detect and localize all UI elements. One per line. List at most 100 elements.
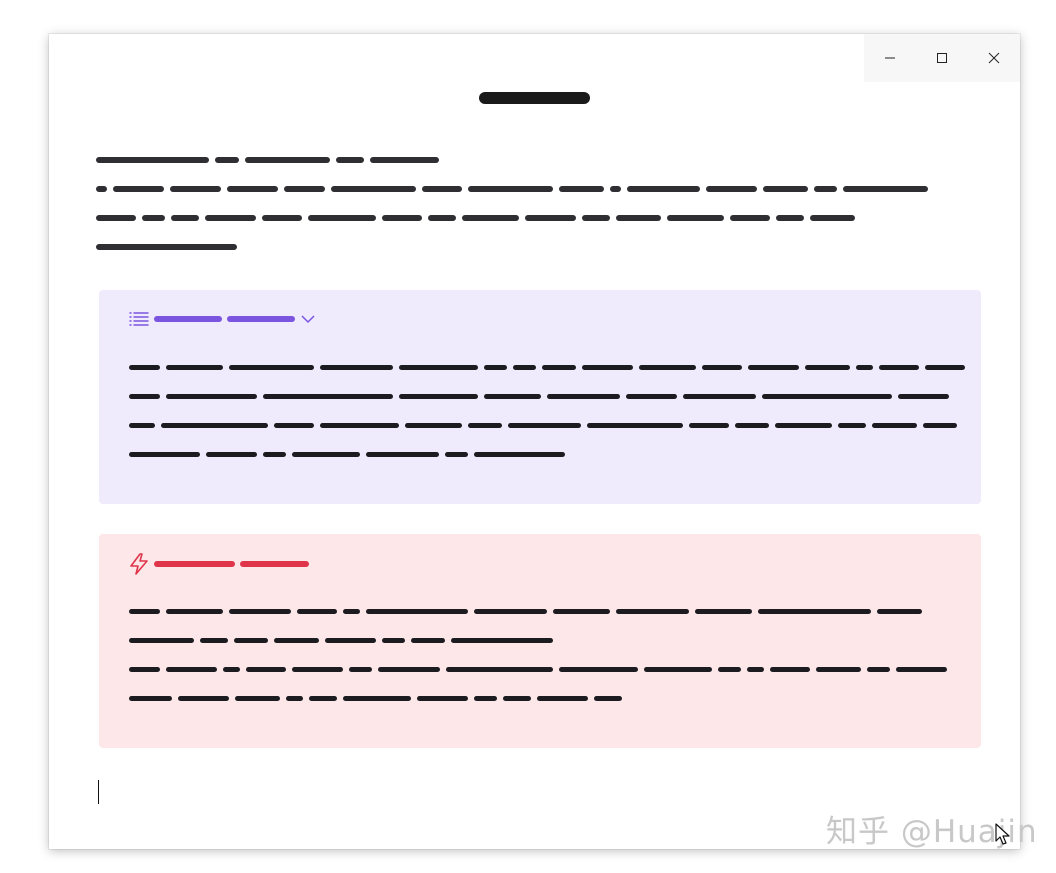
text-segment (683, 394, 756, 399)
text-segment (758, 609, 871, 614)
text-segment (925, 365, 965, 370)
text-segment (382, 215, 422, 221)
toc-header[interactable] (129, 311, 316, 327)
text-segment (748, 365, 799, 370)
text-line (129, 696, 947, 701)
text-segment (223, 667, 240, 672)
text-segment (129, 696, 172, 701)
text-segment (336, 157, 364, 163)
text-segment (292, 452, 360, 457)
chevron-down-icon[interactable] (300, 313, 316, 325)
text-line (96, 215, 928, 221)
text-line (129, 452, 965, 457)
text-caret[interactable] (98, 780, 99, 804)
text-segment (308, 215, 376, 221)
text-segment (422, 186, 462, 192)
text-segment (178, 696, 229, 701)
toc-body (129, 365, 965, 457)
text-segment (166, 365, 223, 370)
text-segment (325, 638, 376, 643)
text-segment (474, 609, 547, 614)
text-segment (417, 696, 468, 701)
text-segment (229, 365, 314, 370)
text-line (129, 365, 965, 370)
text-segment (113, 186, 164, 192)
text-segment (877, 609, 922, 614)
text-segment (274, 638, 319, 643)
text-segment (166, 667, 217, 672)
text-segment (343, 696, 411, 701)
text-segment (129, 667, 160, 672)
toc-title-segment (227, 316, 295, 322)
toc-callout (99, 290, 981, 504)
text-segment (331, 186, 416, 192)
text-segment (706, 186, 757, 192)
text-segment (718, 667, 741, 672)
mouse-pointer-icon (995, 823, 1010, 845)
toc-title-segment (154, 316, 222, 322)
text-segment (503, 696, 531, 701)
text-segment (428, 215, 456, 221)
text-segment (96, 244, 237, 250)
text-segment (474, 696, 497, 701)
text-segment (462, 215, 519, 221)
text-segment (484, 365, 507, 370)
window-controls (864, 34, 1020, 82)
text-segment (215, 157, 239, 163)
text-segment (446, 667, 553, 672)
warning-title-segment (154, 561, 235, 567)
text-segment (234, 638, 268, 643)
text-segment (200, 638, 228, 643)
text-segment (547, 394, 620, 399)
text-segment (235, 696, 280, 701)
close-button[interactable] (968, 34, 1020, 82)
maximize-button[interactable] (916, 34, 968, 82)
text-segment (805, 365, 850, 370)
warning-header (129, 553, 309, 575)
text-segment (129, 452, 200, 457)
app-window (49, 34, 1020, 849)
text-segment (366, 609, 468, 614)
text-line (96, 157, 928, 163)
text-segment (284, 186, 325, 192)
text-segment (349, 667, 372, 672)
text-segment (382, 638, 405, 643)
text-segment (166, 394, 257, 399)
text-segment (274, 423, 314, 428)
warning-callout (99, 534, 981, 748)
intro-paragraph (96, 157, 928, 250)
text-segment (747, 667, 764, 672)
warning-title-segment (240, 561, 309, 567)
text-segment (923, 423, 957, 428)
text-segment (229, 609, 291, 614)
minimize-button[interactable] (864, 34, 916, 82)
text-segment (735, 423, 769, 428)
text-segment (559, 667, 638, 672)
text-segment (129, 394, 160, 399)
text-segment (770, 667, 810, 672)
text-segment (594, 696, 622, 701)
text-segment (689, 423, 729, 428)
text-segment (816, 667, 861, 672)
text-segment (206, 452, 257, 457)
text-segment (445, 452, 468, 457)
text-segment (262, 215, 302, 221)
text-segment (297, 609, 337, 614)
text-segment (616, 609, 689, 614)
text-segment (644, 667, 712, 672)
text-segment (309, 696, 337, 701)
text-segment (129, 365, 160, 370)
text-segment (171, 215, 199, 221)
text-segment (129, 423, 155, 428)
text-line (129, 609, 947, 614)
text-segment (776, 215, 804, 221)
text-segment (730, 215, 770, 221)
text-segment (411, 638, 445, 643)
maximize-icon (937, 53, 947, 63)
text-segment (667, 215, 724, 221)
text-line (96, 186, 928, 192)
text-segment (474, 452, 565, 457)
text-segment (582, 215, 610, 221)
text-segment (366, 452, 439, 457)
text-segment (166, 609, 223, 614)
